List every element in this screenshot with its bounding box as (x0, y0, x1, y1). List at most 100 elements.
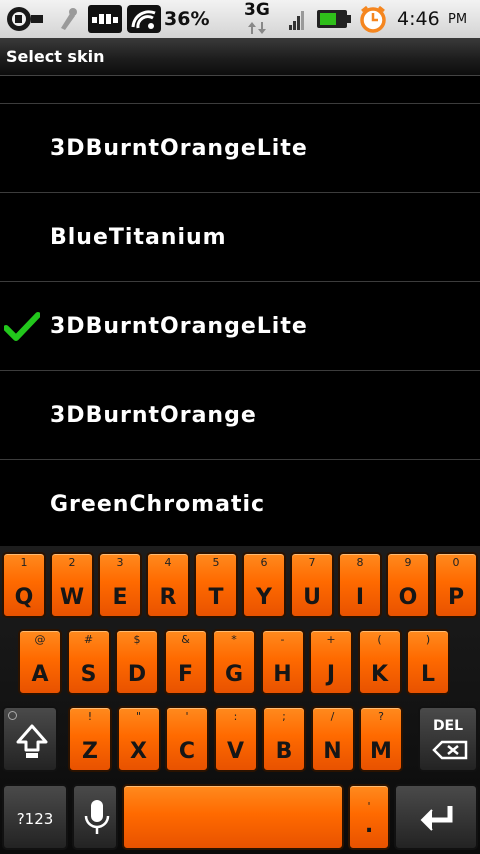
key-label: D (127, 662, 147, 687)
enter-key[interactable] (394, 784, 478, 850)
key-z[interactable]: ! Z (68, 706, 112, 772)
list-item-skin-4[interactable]: GreenChromatic (0, 459, 480, 546)
key-x[interactable]: " X (116, 706, 161, 772)
key-y[interactable]: 6Y (242, 552, 286, 618)
key-j[interactable]: + J (309, 629, 353, 695)
page-title: Select skin (6, 47, 105, 66)
clock-ampm: PM (448, 12, 468, 27)
period-key-sub: ' (367, 800, 371, 813)
key-r[interactable]: 4R (146, 552, 190, 618)
key-label: H (273, 662, 292, 687)
key-secondary-label: * (231, 633, 237, 646)
key-f[interactable]: & F (163, 629, 208, 695)
skin-list[interactable]: 3DBurntOrangeLite BlueTitanium 3DBurntOr… (0, 76, 480, 546)
status-bar: 36% 3G 4:46 PM (0, 0, 480, 38)
battery-level (320, 13, 336, 25)
key-label: J (326, 662, 336, 687)
key-v[interactable]: :V (213, 706, 258, 772)
network-type: 3G (244, 0, 270, 20)
key-secondary-label: 9 (404, 556, 412, 569)
wifi-hotspot-icon (127, 5, 161, 33)
key-q[interactable]: 1Q (2, 552, 46, 618)
shift-key[interactable] (2, 706, 58, 772)
list-item-label: 3DBurntOrangeLite (50, 314, 308, 339)
key-label: L (420, 662, 436, 687)
list-item-label: BlueTitanium (50, 225, 227, 250)
delete-key-label: DEL (432, 718, 464, 734)
battery-icon (316, 5, 352, 33)
key-c[interactable]: ' C (165, 706, 209, 772)
key-secondary-label: $ (133, 633, 141, 646)
key-label: C (178, 739, 196, 764)
key-u[interactable]: 7U (290, 552, 334, 618)
check-icon (4, 312, 40, 341)
key-d[interactable]: $ D (115, 629, 159, 695)
key-secondary-label: 0 (452, 556, 460, 569)
battery-percent: 36% (164, 8, 210, 30)
key-secondary-label: ? (378, 710, 384, 723)
key-label: M (370, 739, 392, 764)
key-g[interactable]: * G (212, 629, 256, 695)
clock-time: 4:46 (397, 8, 440, 30)
key-secondary-label: ! (87, 710, 93, 723)
key-secondary-label: / (330, 710, 335, 723)
symbols-key-label: ?123 (16, 810, 54, 828)
list-item-skin-3[interactable]: 3DBurntOrange (0, 370, 480, 459)
key-secondary-label: ) (425, 633, 431, 646)
key-secondary-label: # (83, 633, 94, 646)
key-n[interactable]: / N (310, 706, 355, 772)
key-b[interactable]: ; B (262, 706, 306, 772)
key-i[interactable]: 8I (338, 552, 382, 618)
space-key[interactable] (122, 784, 344, 850)
key-secondary-label: 1 (20, 556, 28, 569)
list-item-skin-1[interactable]: BlueTitanium (0, 192, 480, 281)
soft-keyboard: 1Q2W3E4R5T6Y7U8I9O0P @ A # S $ D & F * G - H + J(K) L … (0, 546, 480, 854)
key-label: K (370, 662, 389, 687)
key-label: A (31, 662, 49, 687)
delete-key[interactable]: DEL (418, 706, 478, 772)
period-key[interactable]: ' . (348, 784, 390, 850)
list-item-skin-0[interactable]: 3DBurntOrangeLite (0, 103, 480, 192)
key-o[interactable]: 9O (386, 552, 430, 618)
key-e[interactable]: 3E (98, 552, 142, 618)
symbols-key[interactable]: ?123 (2, 784, 68, 850)
key-label: I (355, 585, 365, 610)
key-secondary-label: 3 (116, 556, 124, 569)
key-secondary-label: 5 (212, 556, 220, 569)
key-label: U (303, 585, 321, 610)
list-item-label: 3DBurntOrange (50, 403, 257, 428)
key-label: S (80, 662, 97, 687)
shift-indicator (8, 711, 17, 720)
key-s[interactable]: # S (66, 629, 111, 695)
key-a[interactable]: @ A (18, 629, 62, 695)
key-h[interactable]: -H (260, 629, 305, 695)
key-label: O (398, 585, 418, 610)
key-label: V (226, 739, 245, 764)
key-p[interactable]: 0P (434, 552, 478, 618)
signal-transfer-icon (54, 5, 80, 33)
key-label: X (130, 739, 147, 764)
voice-input-key[interactable] (72, 784, 118, 850)
key-secondary-label: @ (34, 633, 46, 646)
key-label: Z (82, 739, 98, 764)
list-item-skin-2[interactable]: 3DBurntOrangeLite (0, 281, 480, 370)
key-label: T (208, 585, 224, 610)
key-t[interactable]: 5T (194, 552, 238, 618)
key-label: N (323, 739, 342, 764)
key-secondary-label: ; (282, 710, 286, 723)
key-secondary-label: + (326, 633, 336, 646)
key-w[interactable]: 2W (50, 552, 94, 618)
key-secondary-label: 2 (68, 556, 76, 569)
3g-arrows-icon (246, 21, 270, 35)
key-label: R (159, 585, 177, 610)
key-m[interactable]: ? M (359, 706, 403, 772)
key-secondary-label: 8 (356, 556, 364, 569)
key-k[interactable]: (K (357, 629, 402, 695)
key-l[interactable]: ) L (406, 629, 450, 695)
key-label: E (112, 585, 128, 610)
key-label: B (275, 739, 293, 764)
key-secondary-label: 7 (308, 556, 316, 569)
backspace-icon (432, 740, 468, 760)
list-item[interactable] (0, 76, 480, 103)
list-item-label: 3DBurntOrangeLite (50, 136, 308, 161)
